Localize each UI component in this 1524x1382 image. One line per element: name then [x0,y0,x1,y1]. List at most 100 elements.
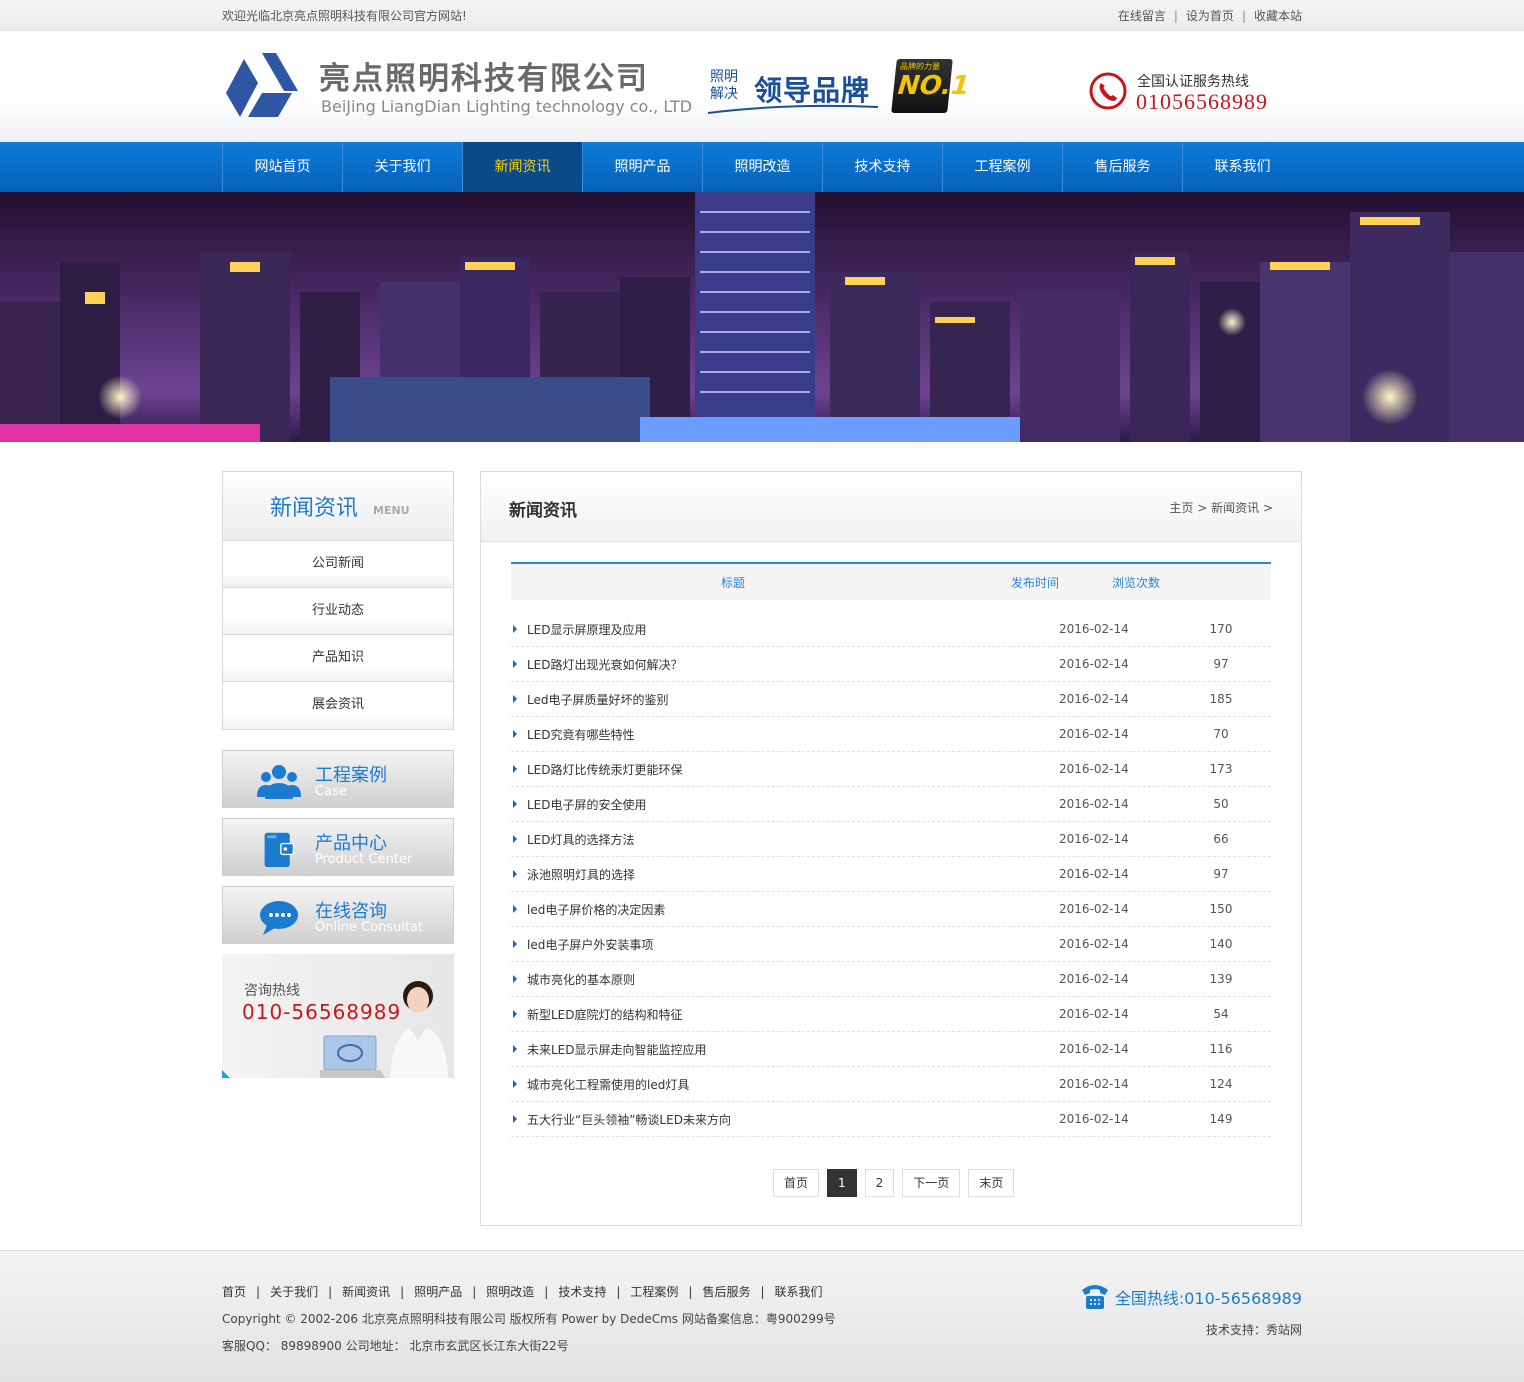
row-title-cell: LED灯具的选择方法 [511,831,1059,848]
row-title-cell: 泳池照明灯具的选择 [511,866,1059,883]
bullet-arrow-icon [513,870,517,878]
bookmark-link[interactable]: 收藏本站 [1254,7,1302,24]
nav-item-retrofit[interactable]: 照明改造 [702,142,822,192]
footer-separator: | [616,1285,621,1299]
chat-bubble-icon [260,901,298,935]
online-message-link[interactable]: 在线留言 [1118,7,1166,24]
row-title-cell: LED显示屏原理及应用 [511,621,1059,638]
sidebar-item-product-knowledge[interactable]: 产品知识 [223,635,453,682]
news-title-link[interactable]: 城市亮化的基本原则 [527,971,635,988]
footer-link[interactable]: 技术支持 [558,1285,606,1299]
news-title-link[interactable]: LED路灯出现光衰如何解决？ [527,656,683,673]
footer-link[interactable]: 关于我们 [270,1285,318,1299]
nav-item-support[interactable]: 技术支持 [822,142,942,192]
table-row: 未来LED显示屏走向智能监控应用 2016-02-14 116 [511,1032,1271,1067]
news-title-link[interactable]: LED灯具的选择方法 [527,831,635,848]
row-views: 66 [1213,832,1229,846]
nav-item-cases[interactable]: 工程案例 [942,142,1062,192]
page-title: 新闻资讯 [509,501,577,521]
footer-link[interactable]: 照明产品 [414,1285,462,1299]
news-title-link[interactable]: LED显示屏原理及应用 [527,621,647,638]
nav-item-contact[interactable]: 联系我们 [1182,142,1302,192]
wallet-icon [264,832,295,867]
sidebar-header: 新闻资讯 MENU [222,471,454,541]
news-title-link[interactable]: LED路灯比传统汞灯更能环保 [527,761,683,778]
company-english-name: BeiJing LiangDian Lighting technology co… [321,97,693,116]
row-title-cell: 五大行业“巨头领袖”畅谈LED未来方向 [511,1111,1059,1128]
table-row: 新型LED庭院灯的结构和特征 2016-02-14 54 [511,997,1271,1032]
main-panel: 新闻资讯 主页 > 新闻资讯 > 标题 发布时间 浏览次数 LED显示屏原理及应… [480,471,1302,1226]
pager-page-2[interactable]: 2 [864,1169,895,1197]
sidebar-title: 新闻资讯 [270,496,359,521]
footer-links: 首页 | 关于我们 | 新闻资讯 | 照明产品 | 照明改造 | 技术支持 | 工程案例 | 售后服务 | 联系… [222,1283,823,1300]
hotline-ad[interactable]: 咨询热线 010-56568989 [222,954,454,1078]
footer-link[interactable]: 联系我们 [775,1285,823,1299]
hotline-label: 全国认证服务热线 [1137,74,1249,90]
footer-separator: | [256,1285,261,1299]
footer-tech-support[interactable]: 技术支持：秀站网 [1206,1321,1302,1338]
pager-last[interactable]: 末页 [968,1169,1015,1197]
row-date: 2016-02-14 [1059,1007,1129,1021]
sidebar-item-industry-news[interactable]: 行业动态 [223,588,453,635]
breadcrumb-separator: > [1197,501,1208,515]
news-title-link[interactable]: 城市亮化工程需使用的led灯具 [527,1076,689,1093]
nav-item-about[interactable]: 关于我们 [342,142,462,192]
table-row: LED路灯出现光衰如何解决？ 2016-02-14 97 [511,647,1271,682]
nav-item-service[interactable]: 售后服务 [1062,142,1182,192]
news-title-link[interactable]: LED电子屏的安全使用 [527,796,647,813]
table-row: LED电子屏的安全使用 2016-02-14 50 [511,787,1271,822]
pager-page-1[interactable]: 1 [827,1169,857,1197]
news-title-link[interactable]: led电子屏户外安装事项 [527,936,653,953]
row-date: 2016-02-14 [1059,867,1129,881]
product-center-button[interactable]: 产品中心 Product Center [222,818,454,876]
table-row: LED究竟有哪些特性 2016-02-14 70 [511,717,1271,752]
badge-text: NO.1 [896,71,971,101]
footer-separator: | [688,1285,693,1299]
sidebar-item-exhibition-news[interactable]: 展会资讯 [223,682,453,729]
row-views: 124 [1209,1077,1233,1091]
online-consult-button[interactable]: 在线咨询 Online Consultat [222,886,454,944]
row-views: 170 [1209,622,1233,636]
news-title-link[interactable]: 泳池照明灯具的选择 [527,866,635,883]
column-views: 浏览次数 [1111,575,1160,590]
sidebar-menu: 公司新闻 行业动态 产品知识 展会资讯 [222,541,454,730]
footer-separator: | [760,1285,765,1299]
sidebar-item-company-news[interactable]: 公司新闻 [223,541,453,588]
top-bar: 欢迎光临北京亮点照明科技有限公司官方网站! 在线留言 | 设为首页 | 收藏本站 [0,0,1524,31]
nav-item-products[interactable]: 照明产品 [582,142,702,192]
row-date: 2016-02-14 [1059,657,1129,671]
news-title-link[interactable]: 新型LED庭院灯的结构和特征 [527,1006,683,1023]
pager-next[interactable]: 下一页 [902,1169,961,1197]
nav-item-home[interactable]: 网站首页 [222,142,342,192]
footer-copyright: Copyright © 2002-206 北京亮点照明科技有限公司 版权所有 P… [222,1312,836,1326]
row-title-cell: 新型LED庭院灯的结构和特征 [511,1006,1059,1023]
row-date: 2016-02-14 [1059,1112,1129,1126]
news-title-link[interactable]: LED究竟有哪些特性 [527,726,635,743]
row-date: 2016-02-14 [1059,797,1129,811]
news-title-link[interactable]: 五大行业“巨头领袖”畅谈LED未来方向 [527,1111,731,1128]
footer-link[interactable]: 工程案例 [630,1285,678,1299]
logo-icon[interactable] [226,53,298,117]
pager-first[interactable]: 首页 [773,1169,820,1197]
bullet-arrow-icon [513,800,517,808]
hotline-number: 01056568989 [1136,89,1268,114]
news-title-link[interactable]: Led电子屏质量好坏的鉴别 [527,691,668,708]
news-title-link[interactable]: led电子屏价格的决定因素 [527,901,665,918]
footer-link[interactable]: 售后服务 [702,1285,750,1299]
row-title-cell: LED路灯比传统汞灯更能环保 [511,761,1059,778]
footer-link[interactable]: 照明改造 [486,1285,534,1299]
footer-link[interactable]: 首页 [222,1285,246,1299]
row-date: 2016-02-14 [1059,622,1129,636]
breadcrumb-news[interactable]: 新闻资讯 [1211,501,1259,515]
nav-item-news[interactable]: 新闻资讯 [462,142,582,192]
content-area: 新闻资讯 MENU 公司新闻 行业动态 产品知识 展会资讯 工程案例 Case [222,442,1302,1250]
telephone-icon [1082,1285,1108,1309]
set-homepage-link[interactable]: 设为首页 [1186,7,1234,24]
footer-separator: | [328,1285,333,1299]
breadcrumb-home[interactable]: 主页 [1169,501,1193,515]
row-views: 149 [1209,1112,1233,1126]
row-views: 150 [1209,902,1233,916]
news-title-link[interactable]: 未来LED显示屏走向智能监控应用 [527,1041,707,1058]
footer-link[interactable]: 新闻资讯 [342,1285,390,1299]
cases-button[interactable]: 工程案例 Case [222,750,454,808]
